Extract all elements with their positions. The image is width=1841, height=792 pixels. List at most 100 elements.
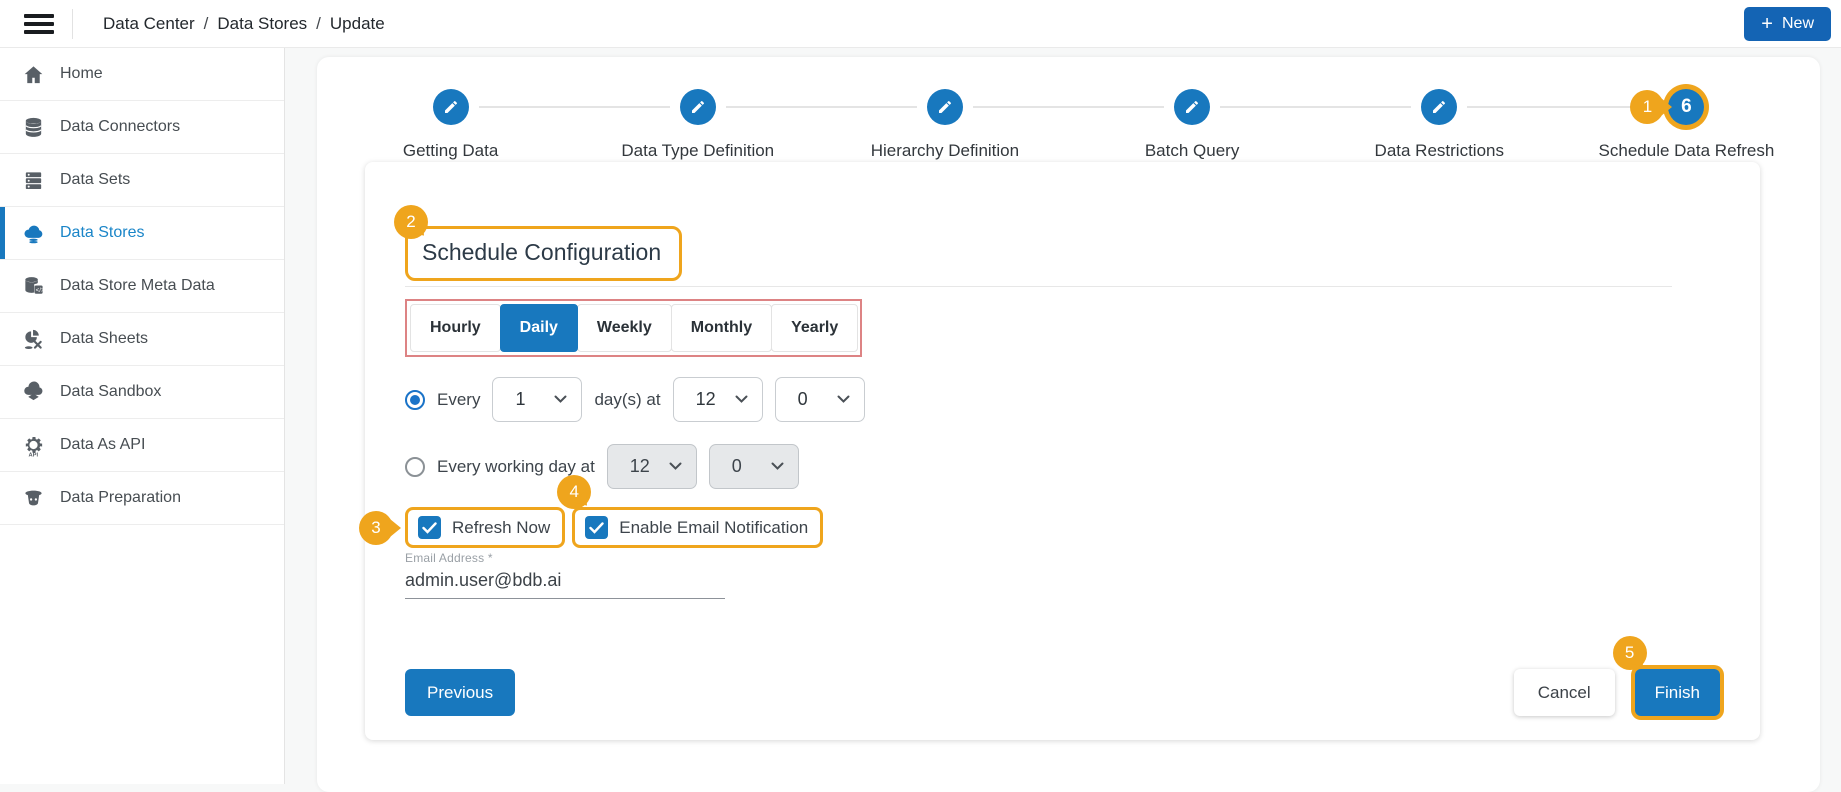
tab-hourly[interactable]: Hourly	[410, 304, 501, 352]
email-input[interactable]	[405, 565, 725, 599]
days-at-label: day(s) at	[594, 390, 660, 410]
breadcrumb-item-data-center[interactable]: Data Center	[103, 14, 195, 34]
chevron-down-icon	[669, 462, 682, 471]
database-code-icon: </>	[22, 275, 45, 298]
breadcrumb-separator: /	[316, 14, 321, 34]
minute-select[interactable]: 0	[775, 377, 865, 422]
step-data-restrictions[interactable]: Data Restrictions	[1316, 89, 1563, 161]
sidebar-item-label: Data Sandbox	[60, 383, 161, 401]
breadcrumb-item-data-stores[interactable]: Data Stores	[217, 14, 307, 34]
right-actions: Cancel 5 Finish	[1514, 669, 1720, 716]
pie-shuffle-icon	[22, 328, 45, 351]
home-icon	[22, 63, 45, 86]
previous-button[interactable]: Previous	[405, 669, 515, 716]
pencil-icon	[937, 99, 953, 115]
working-day-radio[interactable]	[405, 457, 425, 477]
section-divider	[405, 286, 1672, 287]
svg-text:API: API	[29, 452, 39, 456]
sidebar-item-label: Data Preparation	[60, 489, 181, 507]
top-bar: Data Center / Data Stores / Update + New	[0, 0, 1841, 48]
sidebar-item-label: Data As API	[60, 436, 145, 454]
step-circle	[680, 89, 716, 125]
step-circle	[1421, 89, 1457, 125]
sidebar-item-label: Home	[60, 65, 103, 83]
step-label: Batch Query	[1145, 141, 1240, 161]
step-label: Data Type Definition	[621, 141, 774, 161]
annotation-balloon-5: 5	[1613, 636, 1647, 670]
menu-icon[interactable]	[24, 14, 54, 34]
sidebar-item-data-sandbox[interactable]: Data Sandbox	[0, 366, 284, 419]
sidebar-item-home[interactable]: Home	[0, 48, 284, 101]
sidebar-item-label: Data Stores	[60, 224, 144, 242]
select-value: 0	[732, 456, 742, 477]
sidebar-item-data-as-api[interactable]: API Data As API	[0, 419, 284, 472]
finish-button[interactable]: Finish	[1635, 669, 1720, 716]
gear-api-icon: API	[22, 434, 45, 457]
checkbox-row: 3 Refresh Now 4 Enable Email Notificatio…	[405, 507, 1720, 548]
enable-email-checkbox[interactable]	[585, 516, 608, 539]
enable-email-outline: 4 Enable Email Notification	[572, 507, 823, 548]
tab-daily[interactable]: Daily	[500, 304, 578, 352]
new-button[interactable]: + New	[1744, 7, 1831, 41]
select-value: 12	[696, 389, 716, 410]
working-minute-select[interactable]: 0	[709, 444, 799, 489]
step-label: Schedule Data Refresh	[1599, 141, 1775, 161]
annotation-balloon-2: 2	[394, 205, 428, 239]
enable-email-label: Enable Email Notification	[619, 518, 808, 538]
every-working-day-row: Every working day at 12 0	[405, 444, 1720, 489]
refresh-now-checkbox[interactable]	[418, 516, 441, 539]
database-icon	[22, 116, 45, 139]
every-day-row: Every 1 day(s) at 12 0	[405, 377, 1720, 422]
step-circle	[1174, 89, 1210, 125]
hour-select[interactable]: 12	[673, 377, 763, 422]
step-batch-query[interactable]: Batch Query	[1069, 89, 1316, 161]
breadcrumb-separator: /	[204, 14, 209, 34]
select-value: 1	[515, 389, 525, 410]
chevron-down-icon	[735, 395, 748, 404]
step-schedule-data-refresh[interactable]: 6 1 Schedule Data Refresh	[1563, 89, 1810, 161]
sidebar-item-data-stores[interactable]: Data Stores	[0, 207, 284, 260]
every-day-radio[interactable]	[405, 390, 425, 410]
email-field-label: Email Address *	[405, 551, 725, 565]
pencil-icon	[1184, 99, 1200, 115]
step-label: Hierarchy Definition	[871, 141, 1019, 161]
sidebar-item-data-sets[interactable]: Data Sets	[0, 154, 284, 207]
sidebar: Home Data Connectors Data Sets Data Stor…	[0, 48, 285, 784]
email-field: Email Address *	[405, 551, 725, 599]
sidebar-item-data-store-meta-data[interactable]: </> Data Store Meta Data	[0, 260, 284, 313]
refresh-now-outline: Refresh Now	[405, 507, 565, 548]
step-label: Data Restrictions	[1375, 141, 1504, 161]
tab-yearly[interactable]: Yearly	[771, 304, 858, 352]
svg-text:</>: </>	[36, 286, 45, 293]
step-circle	[927, 89, 963, 125]
tab-weekly[interactable]: Weekly	[577, 304, 672, 352]
sidebar-item-data-sheets[interactable]: Data Sheets	[0, 313, 284, 366]
working-hour-select[interactable]: 12	[607, 444, 697, 489]
server-stack-icon	[22, 169, 45, 192]
wizard-stepper: Getting Data Data Type Definition Hierar…	[317, 57, 1820, 161]
sidebar-item-label: Data Connectors	[60, 118, 180, 136]
cloud-database-icon	[22, 222, 45, 245]
annotation-balloon-3: 3	[359, 511, 393, 545]
step-data-type-definition[interactable]: Data Type Definition	[574, 89, 821, 161]
select-value: 12	[630, 456, 650, 477]
cancel-button[interactable]: Cancel	[1514, 669, 1615, 716]
step-circle	[433, 89, 469, 125]
annotation-balloon-4: 4	[557, 475, 591, 509]
topbar-divider	[72, 9, 73, 39]
breadcrumb-item-update: Update	[330, 14, 385, 34]
annotation-balloon-1: 1	[1630, 90, 1664, 124]
funnel-bowl-icon	[22, 487, 45, 510]
chevron-down-icon	[771, 462, 784, 471]
sidebar-item-data-preparation[interactable]: Data Preparation	[0, 472, 284, 525]
sidebar-item-label: Data Store Meta Data	[60, 277, 215, 295]
step-hierarchy-definition[interactable]: Hierarchy Definition	[821, 89, 1068, 161]
every-label: Every	[437, 390, 480, 410]
finish-wrap: 5 Finish	[1635, 669, 1720, 716]
tab-monthly[interactable]: Monthly	[671, 304, 772, 352]
frequency-tabs-outline: Hourly Daily Weekly Monthly Yearly	[405, 299, 862, 357]
refresh-now-label: Refresh Now	[452, 518, 550, 538]
day-count-select[interactable]: 1	[492, 377, 582, 422]
step-getting-data[interactable]: Getting Data	[327, 89, 574, 161]
sidebar-item-data-connectors[interactable]: Data Connectors	[0, 101, 284, 154]
